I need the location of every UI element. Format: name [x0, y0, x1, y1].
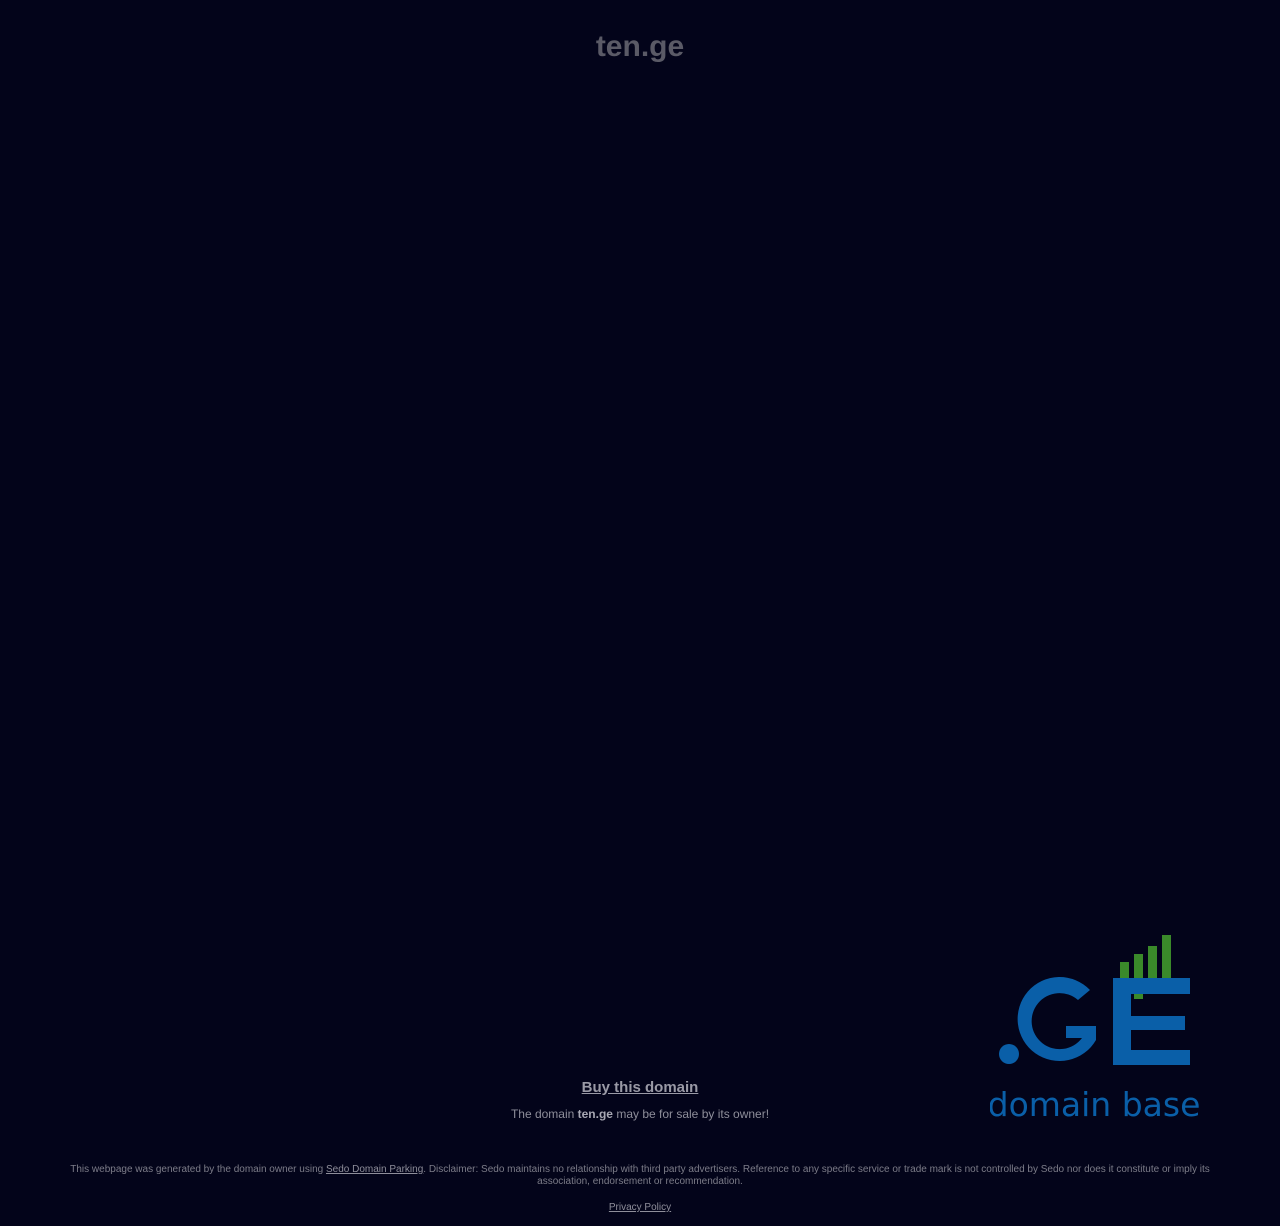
disclaimer: This webpage was generated by the domain…: [60, 1164, 1220, 1188]
sedo-parking-link[interactable]: Sedo Domain Parking: [326, 1164, 423, 1175]
logo-letter-e: [1113, 978, 1190, 1065]
disclaimer-suffix: . Disclaimer: Sedo maintains no relation…: [423, 1164, 1210, 1187]
sale-text-suffix: may be for sale by its owner!: [612, 1107, 770, 1121]
sale-notice: The domain ten.ge may be for sale by its…: [0, 1107, 1280, 1121]
buy-domain-link[interactable]: Buy this domain: [0, 1079, 1280, 1096]
logo-letter-g: [1017, 977, 1096, 1062]
disclaimer-prefix: This webpage was generated by the domain…: [70, 1164, 326, 1175]
sale-text-prefix: The domain: [510, 1107, 578, 1121]
privacy-policy-link[interactable]: Privacy Policy: [609, 1202, 671, 1213]
parking-page: ten.ge domain base Buy this domain The d…: [0, 0, 1280, 1226]
privacy-footer: Privacy Policy: [0, 1202, 1280, 1213]
sale-domain-name: ten.ge: [577, 1107, 613, 1121]
logo-dot: [999, 1044, 1019, 1064]
ad-content-area: [0, 100, 1280, 920]
logo-bar-4: [1162, 935, 1171, 980]
page-title: ten.ge: [595, 30, 685, 63]
